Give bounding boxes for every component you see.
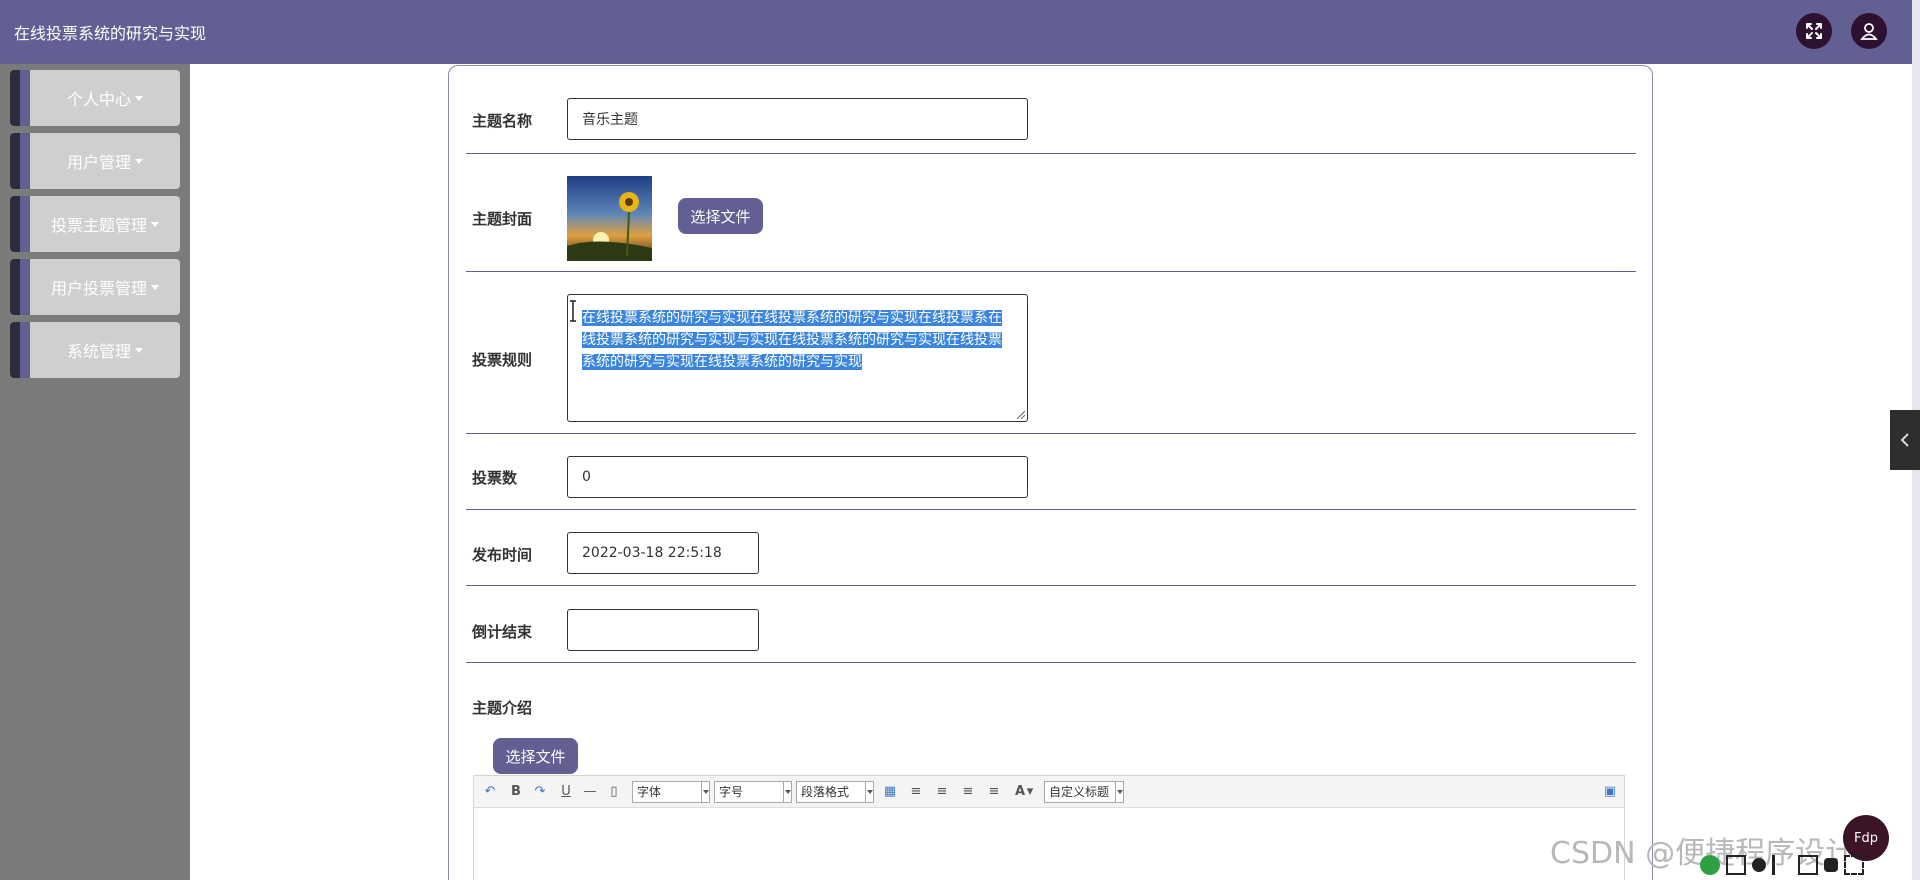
sidebar-item-label: 用户管理 xyxy=(30,133,180,189)
menu-accent xyxy=(20,133,30,189)
ime-mode-icon[interactable] xyxy=(1726,855,1746,875)
sidebar-item-system-management[interactable]: 系统管理 xyxy=(10,322,180,378)
paragraph-format-select[interactable]: 段落格式 xyxy=(796,781,874,803)
menu-stripe xyxy=(10,259,20,315)
text-cursor-icon xyxy=(570,300,576,322)
sidebar: 个人中心 用户管理 投票主题管理 用户投票管理 系统管理 xyxy=(0,64,190,880)
sidebar-item-user-management[interactable]: 用户管理 xyxy=(10,133,180,189)
expand-icon xyxy=(1806,23,1822,39)
dropdown-arrow-icon xyxy=(783,782,791,802)
user-profile-button[interactable] xyxy=(1851,13,1887,49)
sidebar-item-vote-topic-management[interactable]: 投票主题管理 xyxy=(10,196,180,252)
menu-accent xyxy=(20,322,30,378)
custom-heading-select[interactable]: 自定义标题 xyxy=(1044,781,1124,803)
selected-text: 在线投票系统的研究与实现在线投票系统的研究与实现在线投票系在线投票系统的研究与实… xyxy=(582,310,1002,370)
dropdown-small-icon[interactable]: ▾ xyxy=(1026,784,1034,800)
redo-icon[interactable]: ↷ xyxy=(532,784,548,800)
user-icon xyxy=(1860,23,1878,40)
ime-moon-icon[interactable] xyxy=(1752,858,1766,872)
caret-down-icon xyxy=(135,158,143,164)
caret-down-icon xyxy=(135,347,143,353)
horizontal-rule-icon[interactable]: — xyxy=(582,784,598,800)
ime-grid-icon[interactable] xyxy=(1844,855,1864,875)
ime-logo-icon[interactable] xyxy=(1700,855,1720,875)
bold-icon[interactable]: B xyxy=(508,784,524,800)
votes-label: 投票数 xyxy=(472,469,518,487)
sidebar-item-user-vote-management[interactable]: 用户投票管理 xyxy=(10,259,180,315)
countdown-label: 倒计结束 xyxy=(472,623,533,641)
cover-image xyxy=(567,176,652,261)
menu-stripe xyxy=(10,196,20,252)
font-size-select[interactable]: 字号 xyxy=(714,781,792,803)
caret-down-icon xyxy=(151,284,159,290)
sidebar-item-label: 个人中心 xyxy=(30,70,180,126)
menu-accent xyxy=(20,196,30,252)
caret-down-icon xyxy=(135,95,143,101)
caret-down-icon xyxy=(151,221,159,227)
fullscreen-button[interactable] xyxy=(1796,13,1832,49)
paste-icon[interactable]: ▯ xyxy=(606,784,622,800)
ime-keyboard-icon[interactable] xyxy=(1798,855,1818,875)
rich-text-editor[interactable]: ↶ B ↷ U — ▯ 字体 字号 段落格式 ▦ ≡ ≡ ≡ ≡ A ▾ 自定义… xyxy=(473,775,1625,880)
table-icon[interactable]: ▦ xyxy=(882,784,898,800)
ime-punct-icon[interactable] xyxy=(1772,855,1792,875)
menu-stripe xyxy=(10,70,20,126)
name-label: 主题名称 xyxy=(472,112,533,130)
align-center-icon[interactable]: ≡ xyxy=(960,784,976,800)
align-left-icon[interactable]: ≡ xyxy=(908,784,924,800)
vote-rules-textarea[interactable]: 在线投票系统的研究与实现在线投票系统的研究与实现在线投票系在线投票系统的研究与实… xyxy=(567,294,1028,422)
chevron-left-icon xyxy=(1900,433,1909,447)
undo-icon[interactable]: ↶ xyxy=(482,784,498,800)
sidebar-item-personal-center[interactable]: 个人中心 xyxy=(10,70,180,126)
resize-grip-icon[interactable] xyxy=(1015,409,1025,419)
align-right-icon[interactable]: ≡ xyxy=(934,784,950,800)
sidebar-item-label: 系统管理 xyxy=(30,322,180,378)
underline-icon[interactable]: U xyxy=(558,784,574,800)
intro-label: 主题介绍 xyxy=(472,699,533,717)
side-panel-toggle[interactable] xyxy=(1890,410,1920,470)
app-title: 在线投票系统的研究与实现 xyxy=(14,24,207,43)
rules-label: 投票规则 xyxy=(472,351,533,369)
menu-accent xyxy=(20,259,30,315)
choose-intro-file-button[interactable]: 选择文件 xyxy=(493,738,578,774)
font-family-select[interactable]: 字体 xyxy=(632,781,710,803)
fullscreen-editor-icon[interactable]: ▣ xyxy=(1602,784,1618,800)
dropdown-arrow-icon xyxy=(1115,782,1123,802)
top-bar: 在线投票系统的研究与实现 xyxy=(0,0,1920,64)
ime-skin-icon[interactable] xyxy=(1824,858,1838,872)
choose-cover-file-button[interactable]: 选择文件 xyxy=(678,198,763,234)
publish-time-input[interactable]: 2022-03-18 22:5:18 xyxy=(567,532,759,574)
countdown-end-input[interactable] xyxy=(567,609,759,651)
sidebar-item-label: 投票主题管理 xyxy=(30,196,180,252)
dropdown-arrow-icon xyxy=(701,782,709,802)
publish-time-label: 发布时间 xyxy=(472,546,533,564)
cover-label: 主题封面 xyxy=(472,210,533,228)
ime-toolbar xyxy=(1700,850,1920,880)
dropdown-arrow-icon xyxy=(865,782,873,802)
align-justify-icon[interactable]: ≡ xyxy=(986,784,1002,800)
menu-stripe xyxy=(10,322,20,378)
topic-name-input[interactable]: 音乐主题 xyxy=(567,98,1028,140)
sidebar-item-label: 用户投票管理 xyxy=(30,259,180,315)
vote-count-input[interactable]: 0 xyxy=(567,456,1028,498)
editor-toolbar: ↶ B ↷ U — ▯ 字体 字号 段落格式 ▦ ≡ ≡ ≡ ≡ A ▾ 自定义… xyxy=(474,776,1624,808)
menu-accent xyxy=(20,70,30,126)
menu-stripe xyxy=(10,133,20,189)
